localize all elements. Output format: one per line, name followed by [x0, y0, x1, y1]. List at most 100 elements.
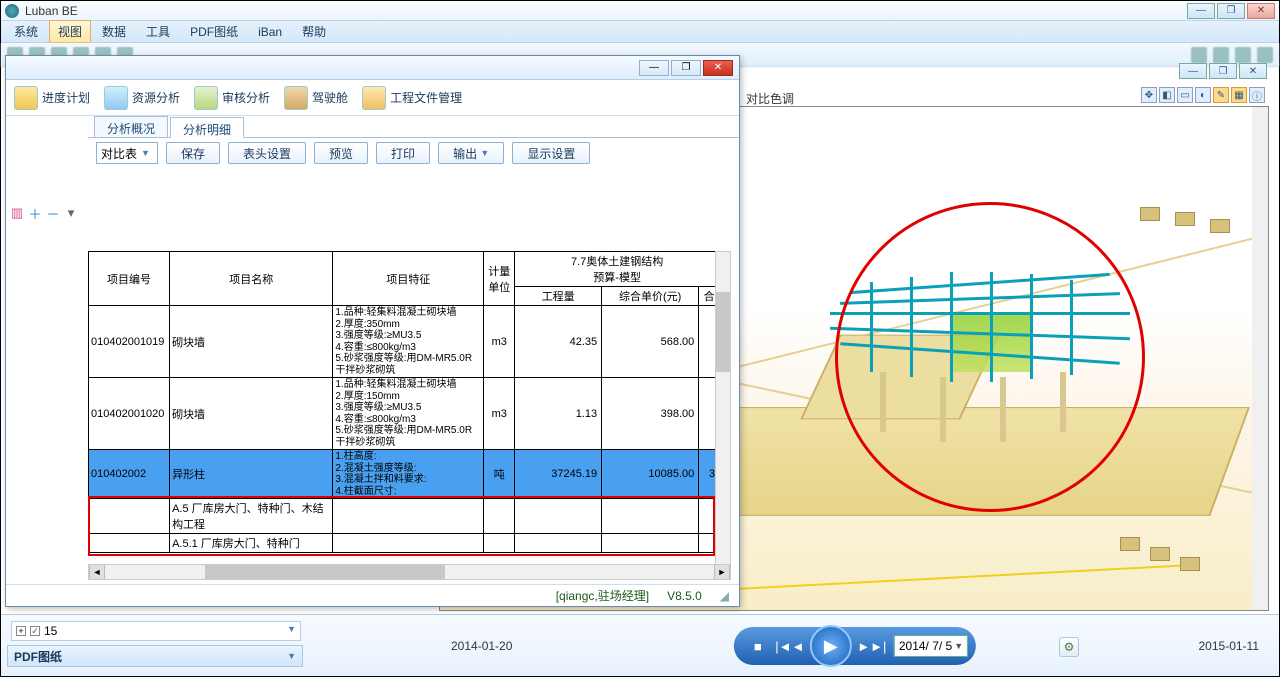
table-row[interactable]: 010402002异形柱1.柱高度: 2.混凝土强度等级: 3.混凝土拌和料要求… — [89, 450, 720, 499]
scroll-thumb[interactable] — [205, 565, 445, 579]
label: 审核分析 — [222, 89, 270, 106]
sidebar-tools: ▥ ＋ － ▾ — [10, 206, 80, 220]
print-button[interactable]: 打印 — [376, 142, 430, 164]
schedule-icon — [14, 86, 38, 110]
menu-pdf[interactable]: PDF图纸 — [181, 20, 247, 43]
menu-iban[interactable]: iBan — [249, 22, 291, 42]
btn-audit-analysis[interactable]: 审核分析 — [194, 86, 270, 110]
highlight-icon[interactable]: ✎ — [1213, 87, 1229, 103]
table-row[interactable]: 010402001020砌块墙1.品种:轻集料混凝土砌块墙 2.厚度:150mm… — [89, 378, 720, 450]
table-row[interactable]: A.5 厂库房大门、特种门、木结构工程 — [89, 499, 720, 534]
label: 驾驶舱 — [312, 89, 348, 106]
play-button[interactable]: ▶ — [810, 625, 852, 667]
tab-detail[interactable]: 分析明细 — [170, 117, 244, 138]
info-icon[interactable]: ⓘ — [1249, 87, 1265, 103]
minimize-button[interactable]: — — [1187, 3, 1215, 19]
cell: 1.柱高度: 2.混凝土强度等级: 3.混凝土拌和料要求: 4.柱截面尺寸: — [333, 450, 484, 499]
menu-help[interactable]: 帮助 — [293, 20, 335, 43]
tabs: 分析概况 分析明细 — [88, 116, 739, 138]
label: 资源分析 — [132, 89, 180, 106]
folder-icon — [362, 86, 386, 110]
pdf-panel-header[interactable]: PDF图纸 ▼ — [7, 645, 303, 667]
table-wrap: 项目编号 项目名称 项目特征 计量单位 7.7奥体土建钢结构 预算-模型 工程量… — [88, 251, 731, 574]
table-vscrollbar[interactable] — [715, 251, 731, 574]
blur-icon — [1191, 47, 1207, 63]
maximize-button[interactable]: ❐ — [1217, 3, 1245, 19]
chevron-down-icon[interactable]: ▾ — [64, 206, 78, 220]
globe-icon[interactable]: ◐ — [1195, 87, 1211, 103]
label: 进度计划 — [42, 89, 90, 106]
remove-icon[interactable]: － — [46, 206, 60, 220]
timeline-start-date: 2014-01-20 — [451, 639, 512, 653]
dialog-close-button[interactable]: ✕ — [703, 60, 733, 76]
cell — [89, 534, 170, 553]
cell — [89, 499, 170, 534]
btn-project-files[interactable]: 工程文件管理 — [362, 86, 462, 110]
titlebar: Luban BE — ❐ ✕ — [1, 1, 1279, 21]
dialog-maximize-button[interactable]: ❐ — [671, 60, 701, 76]
stop-button[interactable]: ■ — [742, 632, 774, 660]
menu-system[interactable]: 系统 — [5, 20, 47, 43]
expand-icon[interactable]: + — [16, 626, 26, 636]
tree-node-label: 15 — [44, 624, 57, 638]
cell — [602, 499, 699, 534]
cell: A.5.1 厂库房大门、特种门 — [170, 534, 333, 553]
checkbox-icon[interactable]: ✓ — [30, 626, 40, 636]
scroll-right-icon[interactable]: ► — [714, 565, 730, 579]
cell: 37245.19 — [515, 450, 602, 499]
tab-overview[interactable]: 分析概况 — [94, 116, 168, 137]
cockpit-icon — [284, 86, 308, 110]
caret-down-icon[interactable]: ▼ — [287, 624, 296, 634]
caret-down-icon: ▼ — [287, 651, 296, 661]
bg-close-button[interactable]: ✕ — [1239, 63, 1267, 79]
status-resize-grip-icon[interactable]: ◢ — [720, 589, 729, 603]
cell — [333, 534, 484, 553]
next-button[interactable]: ►►| — [856, 632, 888, 660]
settings-button[interactable]: ⚙ — [1059, 637, 1079, 657]
add-icon[interactable]: ＋ — [28, 206, 42, 220]
menu-tools[interactable]: 工具 — [137, 20, 179, 43]
save-button[interactable]: 保存 — [166, 142, 220, 164]
box-icon[interactable]: ▭ — [1177, 87, 1193, 103]
table-hscrollbar[interactable]: ◄ ► — [88, 564, 731, 580]
dialog-minimize-button[interactable]: — — [639, 60, 669, 76]
data-table: 项目编号 项目名称 项目特征 计量单位 7.7奥体土建钢结构 预算-模型 工程量… — [88, 251, 720, 553]
grid-icon[interactable]: ▦ — [1231, 87, 1247, 103]
cell: 1.品种:轻集料混凝土砌块墙 2.厚度:350mm 3.强度等级:≥MU3.5 … — [333, 306, 484, 378]
btn-resource-analysis[interactable]: 资源分析 — [104, 86, 180, 110]
blur-icon — [1257, 47, 1273, 63]
cell: 568.00 — [602, 306, 699, 378]
export-button[interactable]: 输出 ▼ — [438, 142, 504, 164]
cell: A.5 厂库房大门、特种门、木结构工程 — [170, 499, 333, 534]
menu-data[interactable]: 数据 — [93, 20, 135, 43]
nav-icon[interactable]: ✥ — [1141, 87, 1157, 103]
header-settings-button[interactable]: 表头设置 — [228, 142, 306, 164]
table-row[interactable]: A.5.1 厂库房大门、特种门 — [89, 534, 720, 553]
bg-maximize-button[interactable]: ❐ — [1209, 63, 1237, 79]
cell: 砌块墙 — [170, 306, 333, 378]
cell: 010402001019 — [89, 306, 170, 378]
cell: 1.品种:轻集料混凝土砌块墙 2.厚度:150mm 3.强度等级:≥MU3.5 … — [333, 378, 484, 450]
cell: 10085.00 — [602, 450, 699, 499]
filter-icon[interactable]: ▥ — [10, 206, 24, 220]
table-row[interactable]: 010402001019砌块墙1.品种:轻集料混凝土砌块墙 2.厚度:350mm… — [89, 306, 720, 378]
btn-schedule-plan[interactable]: 进度计划 — [14, 86, 90, 110]
display-settings-button[interactable]: 显示设置 — [512, 142, 590, 164]
cell — [333, 499, 484, 534]
cube-icon[interactable]: ◧ — [1159, 87, 1175, 103]
date-picker[interactable]: 2014/ 7/ 5 ▼ — [894, 635, 968, 657]
tree-node[interactable]: + ✓ 15 ▼ — [11, 621, 301, 641]
bg-minimize-button[interactable]: — — [1179, 63, 1207, 79]
scroll-left-icon[interactable]: ◄ — [89, 565, 105, 579]
compare-table-combo[interactable]: 对比表▼ — [96, 142, 158, 164]
prev-button[interactable]: |◄◄ — [774, 632, 806, 660]
cell — [602, 534, 699, 553]
bottom-panel: + ✓ 15 ▼ PDF图纸 ▼ 2014-01-20 2015-01-11 ■… — [1, 614, 1279, 676]
close-button[interactable]: ✕ — [1247, 3, 1275, 19]
preview-button[interactable]: 预览 — [314, 142, 368, 164]
viewport-scrollbar[interactable] — [1252, 107, 1268, 610]
timeline-end-date: 2015-01-11 — [1199, 639, 1260, 653]
cell: 1.13 — [515, 378, 602, 450]
btn-cockpit[interactable]: 驾驶舱 — [284, 86, 348, 110]
menu-view[interactable]: 视图 — [49, 20, 91, 43]
